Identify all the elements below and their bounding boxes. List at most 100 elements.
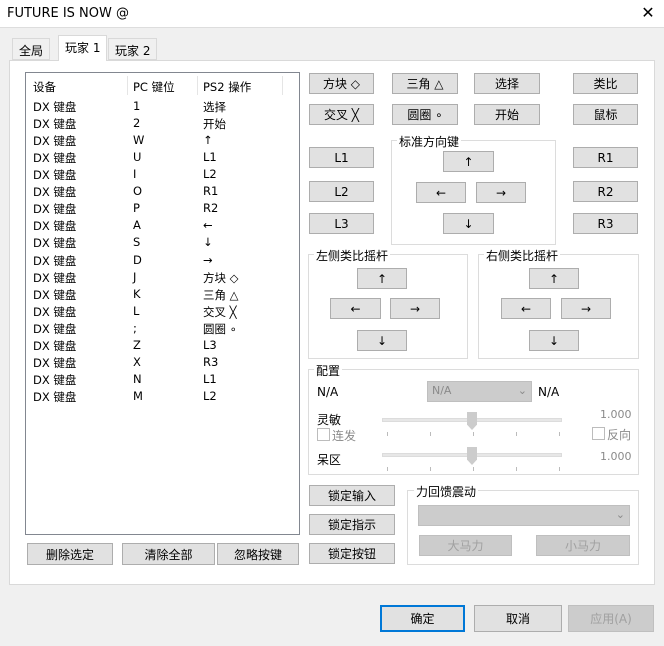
row-ps2-action[interactable]: L3 [203, 338, 217, 352]
column-header-pc-key[interactable]: PC 键位 [133, 79, 175, 95]
start-button[interactable]: 开始 [474, 104, 540, 125]
dpad-right-button[interactable]: → [476, 182, 526, 203]
row-device[interactable]: DX 键盘 [33, 116, 76, 132]
select-button[interactable]: 选择 [474, 73, 540, 94]
row-ps2-action[interactable]: 交叉 ╳ [203, 304, 237, 320]
row-device[interactable]: DX 键盘 [33, 150, 76, 166]
lock-input-button[interactable]: 锁定输入 [309, 485, 395, 506]
row-ps2-action[interactable]: R2 [203, 201, 218, 215]
row-ps2-action[interactable]: L1 [203, 372, 217, 386]
ignore-key-button[interactable]: 忽略按键 [217, 543, 299, 565]
l1-button[interactable]: L1 [309, 147, 374, 168]
row-ps2-action[interactable]: 开始 [203, 116, 226, 132]
deadzone-value: 1.000 [600, 450, 632, 463]
square-button[interactable]: 方块 ◇ [309, 73, 374, 94]
row-pc-key[interactable]: N [133, 372, 142, 386]
dpad-down-button[interactable]: ↓ [443, 213, 494, 234]
left-stick-right-button[interactable]: → [390, 298, 440, 319]
l2-button[interactable]: L2 [309, 181, 374, 202]
left-stick-down-button[interactable]: ↓ [357, 330, 407, 351]
row-pc-key[interactable]: A [133, 218, 141, 232]
r2-button[interactable]: R2 [573, 181, 638, 202]
row-pc-key[interactable]: P [133, 201, 140, 215]
tab-player-1[interactable]: 玩家 1 [58, 35, 108, 61]
row-ps2-action[interactable]: 三角 △ [203, 287, 239, 303]
clear-all-button[interactable]: 清除全部 [122, 543, 215, 565]
row-device[interactable]: DX 键盘 [33, 218, 76, 234]
row-pc-key[interactable]: S [133, 235, 140, 249]
row-ps2-action[interactable]: R3 [203, 355, 218, 369]
tab-global[interactable]: 全局 [12, 38, 51, 60]
cross-button[interactable]: 交叉 ╳ [309, 104, 374, 125]
row-device[interactable]: DX 键盘 [33, 99, 76, 115]
row-pc-key[interactable]: X [133, 355, 141, 369]
row-pc-key[interactable]: 2 [133, 116, 140, 130]
row-device[interactable]: DX 键盘 [33, 389, 76, 405]
right-stick-up-button[interactable]: ↑ [529, 268, 579, 289]
row-pc-key[interactable]: M [133, 389, 143, 403]
row-device[interactable]: DX 键盘 [33, 304, 76, 320]
row-pc-key[interactable]: ; [133, 321, 137, 335]
column-header-device[interactable]: 设备 [33, 79, 56, 95]
right-stick-left-button[interactable]: ← [501, 298, 551, 319]
r1-button[interactable]: R1 [573, 147, 638, 168]
triangle-button[interactable]: 三角 △ [392, 73, 458, 94]
row-ps2-action[interactable]: L2 [203, 167, 217, 181]
row-device[interactable]: DX 键盘 [33, 235, 76, 251]
row-device[interactable]: DX 键盘 [33, 201, 76, 217]
left-stick-up-button[interactable]: ↑ [357, 268, 407, 289]
right-stick-right-button[interactable]: → [561, 298, 611, 319]
config-label: 配置 [314, 362, 343, 379]
row-device[interactable]: DX 键盘 [33, 167, 76, 183]
row-ps2-action[interactable]: 选择 [203, 99, 226, 115]
circle-button[interactable]: 圆圈 ∘ [392, 104, 458, 125]
column-divider [197, 76, 198, 95]
tab-player-2[interactable]: 玩家 2 [108, 38, 158, 60]
row-device[interactable]: DX 键盘 [33, 287, 76, 303]
row-ps2-action[interactable]: → [203, 253, 213, 267]
cancel-button[interactable]: 取消 [474, 605, 562, 632]
lock-buttons-button[interactable]: 锁定按钮 [309, 543, 395, 564]
dpad-left-button[interactable]: ← [416, 182, 466, 203]
row-ps2-action[interactable]: 方块 ◇ [203, 270, 239, 286]
row-pc-key[interactable]: K [133, 287, 141, 301]
slider-tick [473, 432, 474, 436]
row-ps2-action[interactable]: ↓ [203, 235, 213, 249]
row-pc-key[interactable]: W [133, 133, 144, 147]
row-device[interactable]: DX 键盘 [33, 355, 76, 371]
slider-tick [430, 467, 431, 471]
row-device[interactable]: DX 键盘 [33, 270, 76, 286]
r3-button[interactable]: R3 [573, 213, 638, 234]
close-icon[interactable]: ✕ [636, 2, 660, 24]
delete-selected-button[interactable]: 删除选定 [27, 543, 113, 565]
row-ps2-action[interactable]: 圆圈 ∘ [203, 321, 237, 337]
row-ps2-action[interactable]: L2 [203, 389, 217, 403]
column-header-ps2-action[interactable]: PS2 操作 [203, 79, 251, 95]
row-pc-key[interactable]: J [133, 270, 136, 284]
row-ps2-action[interactable]: L1 [203, 150, 217, 164]
row-ps2-action[interactable]: ↑ [203, 133, 213, 147]
dpad-up-button[interactable]: ↑ [443, 151, 494, 172]
row-pc-key[interactable]: U [133, 150, 141, 164]
row-device[interactable]: DX 键盘 [33, 253, 76, 269]
right-stick-down-button[interactable]: ↓ [529, 330, 579, 351]
left-stick-left-button[interactable]: ← [330, 298, 381, 319]
row-device[interactable]: DX 键盘 [33, 372, 76, 388]
row-ps2-action[interactable]: R1 [203, 184, 218, 198]
row-device[interactable]: DX 键盘 [33, 321, 76, 337]
l3-button[interactable]: L3 [309, 213, 374, 234]
mouse-button[interactable]: 鼠标 [573, 104, 638, 125]
row-ps2-action[interactable]: ← [203, 218, 213, 232]
row-pc-key[interactable]: I [133, 167, 136, 181]
lock-indicator-button[interactable]: 锁定指示 [309, 514, 395, 535]
row-pc-key[interactable]: D [133, 253, 142, 267]
row-pc-key[interactable]: O [133, 184, 142, 198]
row-device[interactable]: DX 键盘 [33, 184, 76, 200]
row-pc-key[interactable]: L [133, 304, 139, 318]
row-device[interactable]: DX 键盘 [33, 338, 76, 354]
analog-button[interactable]: 类比 [573, 73, 638, 94]
ok-button[interactable]: 确定 [380, 605, 465, 632]
row-pc-key[interactable]: 1 [133, 99, 140, 113]
row-pc-key[interactable]: Z [133, 338, 141, 352]
row-device[interactable]: DX 键盘 [33, 133, 76, 149]
